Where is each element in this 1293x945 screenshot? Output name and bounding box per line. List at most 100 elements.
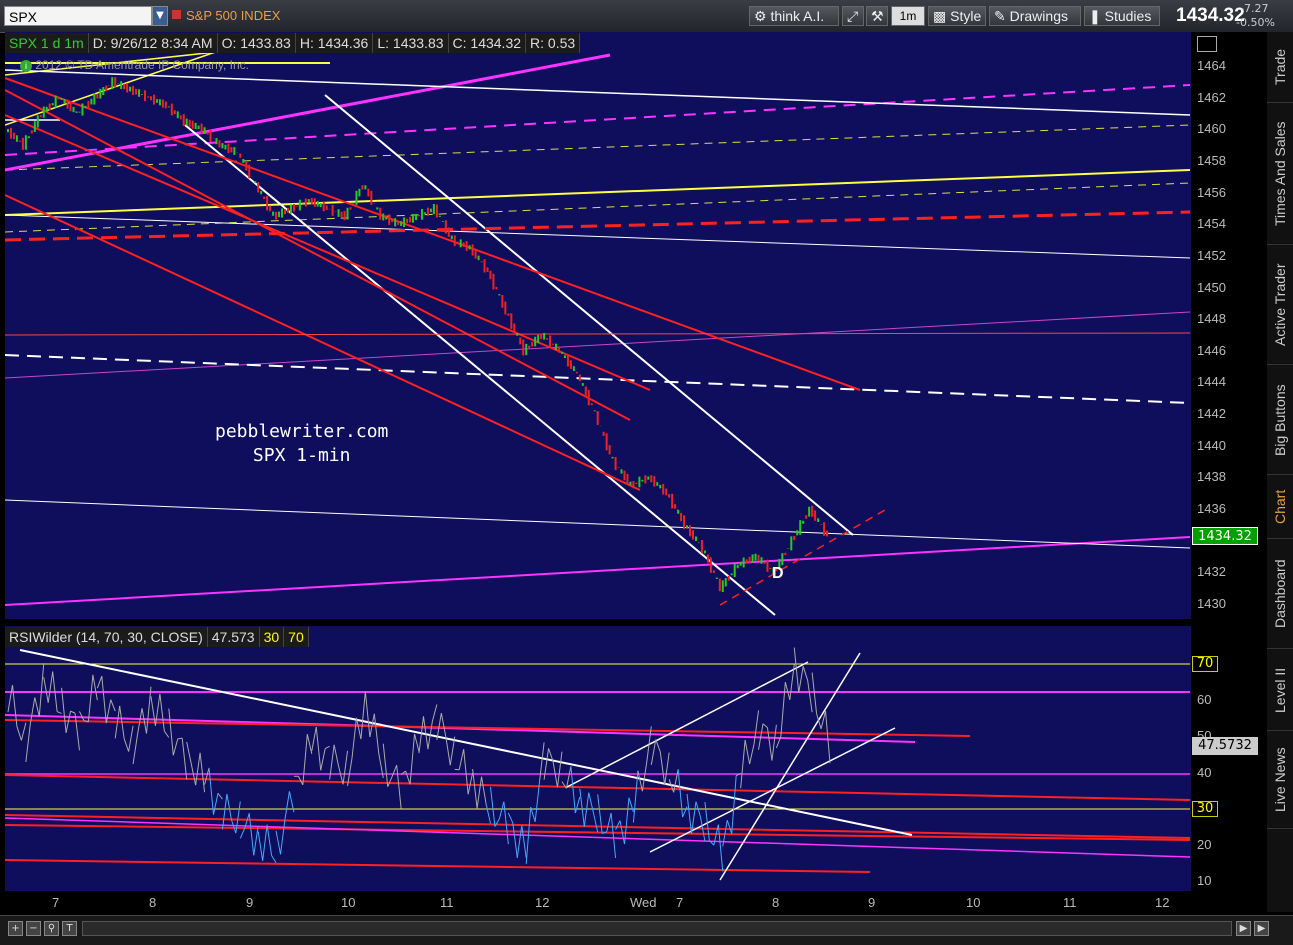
- rsi-segment: [750, 744, 754, 764]
- chart-annotation: pebblewriter.com SPX 1-min: [215, 420, 388, 468]
- rsi-trendline-red: [5, 860, 870, 872]
- rsi-segment: [39, 663, 43, 716]
- trendline-red-dashed: [720, 510, 885, 605]
- rsi-segment: [155, 694, 159, 726]
- trendline-red-dashed: [5, 212, 1190, 240]
- x-tick-label: 7: [52, 895, 59, 910]
- rsi-segment: [419, 716, 423, 753]
- y-tick-label: 1462: [1197, 90, 1226, 105]
- text-tool-button[interactable]: T: [62, 921, 77, 936]
- rsi-segment: [62, 688, 66, 733]
- scroll-end-icon[interactable]: ▶: [1254, 921, 1269, 936]
- rsi-segment: [312, 727, 316, 751]
- tab-times-and-sales[interactable]: Times And Sales: [1267, 104, 1293, 245]
- y-tick-label: 1456: [1197, 185, 1226, 200]
- rsi-segment: [745, 740, 749, 764]
- chart-canvas: [0, 0, 1293, 944]
- scroll-right-icon[interactable]: ▶: [1236, 921, 1251, 936]
- tab-live-news[interactable]: Live News: [1267, 732, 1293, 829]
- symbol-period-label[interactable]: SPX 1 d 1m: [5, 33, 89, 53]
- tab-chart[interactable]: Chart: [1267, 476, 1293, 539]
- date-label: D: 9/26/12 8:34 AM: [89, 33, 218, 53]
- rsi-trendline-white: [567, 662, 808, 787]
- rsi-segment: [169, 709, 173, 756]
- rsi-segment: [142, 708, 146, 733]
- y-tick-label: 1446: [1197, 343, 1226, 358]
- y-tick-label: 1432: [1197, 564, 1226, 579]
- x-tick-label: Wed: [630, 895, 657, 910]
- bottom-toolbar: + − ⚲ T ▶ ▶: [0, 915, 1293, 945]
- info-icon: i: [20, 60, 32, 72]
- rsi-segment: [397, 765, 401, 808]
- trendline-white: [5, 500, 1190, 548]
- rsi-segment: [205, 768, 209, 785]
- rsi-segment: [499, 802, 503, 819]
- trendlines-main: [5, 40, 1190, 615]
- rsi-segment: [334, 745, 338, 766]
- tab-big-buttons[interactable]: Big Buttons: [1267, 366, 1293, 475]
- rsi-segment: [276, 831, 280, 854]
- zoom-out-icon[interactable]: −: [26, 921, 41, 936]
- rsi-segment: [187, 742, 191, 763]
- rsi-segment: [580, 789, 584, 827]
- rsi-segment: [772, 725, 776, 761]
- maximize-icon[interactable]: [1197, 36, 1217, 52]
- rsi-segment: [812, 673, 816, 714]
- rsi-study-label[interactable]: RSIWilder (14, 70, 30, CLOSE): [5, 627, 208, 647]
- search-icon[interactable]: ⚲: [44, 921, 59, 936]
- copyright-watermark: i 2012 © TD Ameritrade IP Company, Inc.: [20, 58, 249, 72]
- rsi-segment: [258, 831, 262, 860]
- tab-active-trader[interactable]: Active Trader: [1267, 246, 1293, 365]
- rsi-segment: [88, 675, 92, 722]
- trendline-white: [5, 70, 1190, 115]
- x-tick-label: 9: [868, 895, 875, 910]
- rsi-segment: [254, 826, 258, 855]
- rsi-segment: [164, 731, 168, 737]
- horizontal-scrollbar[interactable]: [82, 921, 1232, 936]
- rsi-y-tick-label: 10: [1197, 873, 1211, 888]
- rsi-segment: [352, 718, 356, 758]
- rsi-segment: [343, 751, 347, 785]
- rsi-segment: [616, 821, 620, 830]
- rsi-segment: [607, 813, 611, 832]
- rsi-segment: [477, 777, 481, 809]
- rsi-segment: [482, 777, 486, 804]
- rsi-segment: [513, 823, 517, 858]
- rsi-segment: [540, 742, 544, 780]
- tab-dashboard[interactable]: Dashboard: [1267, 540, 1293, 649]
- rsi-segment: [361, 691, 365, 739]
- y-tick-label: 1444: [1197, 374, 1226, 389]
- rsi-segment: [504, 802, 508, 845]
- rsi-segment: [57, 712, 61, 714]
- rsi-segment: [160, 694, 164, 731]
- rsi-segment: [17, 727, 21, 741]
- y-tick-label: 1448: [1197, 311, 1226, 326]
- rsi-segment: [625, 798, 629, 844]
- rsi-segment: [209, 768, 213, 815]
- rsi-segment: [21, 723, 25, 741]
- rsi-segment: [808, 680, 812, 712]
- tab-trade[interactable]: Trade: [1267, 32, 1293, 103]
- y-tick-label: 1460: [1197, 121, 1226, 136]
- tab-level-ii[interactable]: Level II: [1267, 650, 1293, 731]
- rsi-segment: [557, 752, 561, 788]
- x-tick-label: 8: [149, 895, 156, 910]
- rsi-segment: [388, 776, 392, 786]
- rsi-segment: [593, 812, 597, 832]
- rsi-segment: [517, 825, 521, 857]
- rsi-segment: [173, 739, 177, 755]
- rsi-segment: [781, 682, 785, 736]
- rsi-segment: [281, 819, 285, 854]
- rsi-segment: [129, 726, 133, 752]
- rsi-segment: [106, 700, 110, 723]
- rsi-segment: [678, 769, 682, 817]
- trendlines-rsi: [5, 650, 1190, 880]
- y-tick-label: 1442: [1197, 406, 1226, 421]
- rsi-segment: [629, 798, 633, 812]
- rsi-segment: [683, 807, 687, 817]
- rsi-segment: [97, 676, 101, 688]
- rsi-segment: [410, 734, 414, 784]
- rsi-segment: [178, 738, 182, 739]
- zoom-in-icon[interactable]: +: [8, 921, 23, 936]
- y-tick-label: 1436: [1197, 501, 1226, 516]
